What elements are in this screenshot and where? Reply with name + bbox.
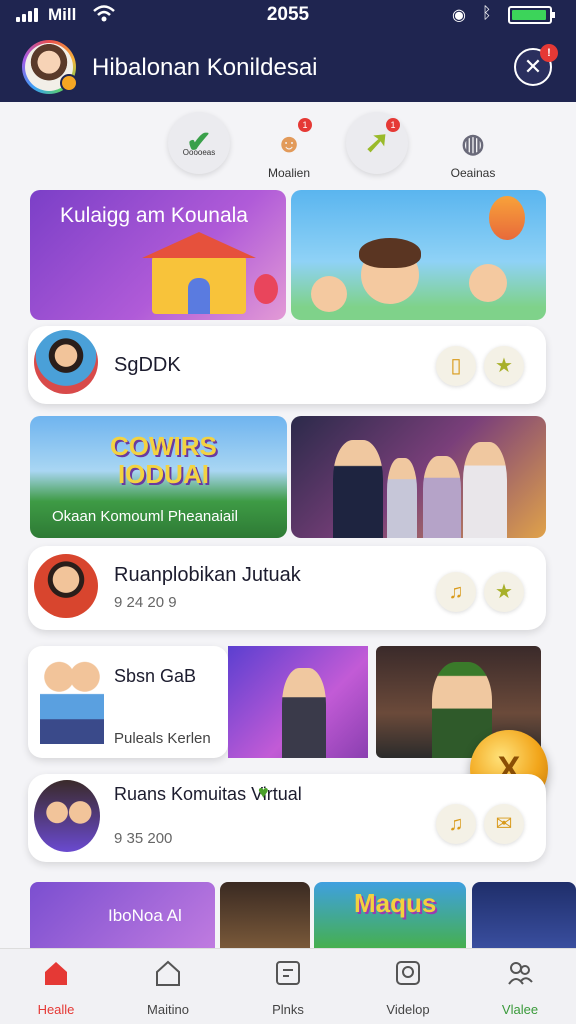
character-icon: ☻ 1	[258, 112, 320, 174]
alarm-icon: ◉	[452, 7, 466, 24]
nav-plnks[interactable]: Plnks	[248, 959, 328, 1017]
battery-icon	[508, 6, 555, 24]
card-subtitle: Puleals Kerlen	[114, 730, 211, 747]
people-icon	[508, 962, 533, 985]
action-label: Ooooeas	[182, 148, 216, 157]
action-label: Oeainas	[450, 166, 496, 180]
person-figure	[282, 668, 326, 758]
person-figure	[333, 440, 383, 538]
balloon-illustration	[489, 196, 525, 240]
row-subtitle: 9 35 200	[114, 830, 173, 847]
app-title: Hibalonan Konildesai	[92, 54, 318, 81]
row-subtitle: 9 24 20 9	[114, 594, 177, 611]
action-check[interactable]: ✔ Ooooeas	[158, 112, 240, 174]
cartoon-kid	[311, 276, 347, 312]
checkmark-icon: ✔	[168, 112, 230, 174]
action-camera[interactable]: ◍ Oeainas	[432, 112, 514, 180]
nav-videlop[interactable]: Videlop	[368, 959, 448, 1017]
notification-badge: !	[540, 44, 558, 62]
nav-maitino[interactable]: Maitino	[128, 959, 208, 1017]
arrow-icon: ➚ 1	[346, 112, 408, 174]
profile-avatar[interactable]	[22, 40, 78, 94]
action-badge: 1	[386, 118, 400, 132]
nav-label: Videlop	[386, 1002, 430, 1017]
cartoon-hair	[359, 238, 421, 268]
thumb-ai[interactable]: IboNoa Al	[30, 882, 215, 950]
banner-family-photo[interactable]	[291, 416, 546, 538]
house-outline-icon	[156, 960, 180, 986]
balloon-illustration	[254, 274, 278, 304]
card-title: Sbsn GaB	[114, 666, 197, 686]
house-illustration	[142, 232, 256, 314]
action-label: Moalien	[267, 166, 311, 180]
row-title: SgDDK	[114, 354, 181, 376]
home-icon	[45, 962, 67, 985]
bookmark-button[interactable]: ▯	[436, 346, 476, 386]
action-character[interactable]: ☻ 1 Moalien	[248, 112, 330, 180]
cartoon-kid	[469, 264, 507, 302]
battery-level	[512, 10, 547, 20]
chat-icon	[276, 961, 300, 985]
banner-logo: COWIRS IODUAI	[110, 431, 217, 489]
action-arrow[interactable]: ➚ 1	[336, 112, 418, 174]
list-item[interactable]: Ruans Komuitas Virtual ♥ 9 35 200 ♫ ✉	[28, 774, 546, 862]
ticket-button[interactable]: ✉	[484, 804, 524, 844]
person-figure	[387, 458, 417, 538]
thumb-label: Maqus	[354, 888, 437, 918]
star-button[interactable]: ★	[484, 346, 524, 386]
music-button[interactable]: ♫	[436, 572, 476, 612]
row-title: Ruans Komuitas Virtual	[114, 784, 302, 804]
cartoon-kids-illustration	[40, 660, 104, 744]
action-badge: 1	[298, 118, 312, 132]
nav-label: Healle	[37, 1002, 75, 1017]
banner-subtitle: Okaan Komouml Pheanaiail	[52, 508, 238, 525]
search-video-icon	[396, 961, 420, 985]
thumb-label: IboNoa Al	[108, 906, 182, 925]
thumb-maqus[interactable]: Maqus	[314, 882, 466, 950]
family-photo	[34, 330, 98, 394]
nav-label: Vlalee	[501, 1002, 539, 1017]
banner-community[interactable]: Kulaigg am Kounala	[30, 190, 286, 320]
list-item[interactable]: SgDDK ▯ ★	[28, 326, 546, 404]
app-header: Hibalonan Konildesai ✕ !	[0, 30, 576, 102]
row-title: Ruanplobikan Jutuak	[114, 564, 301, 586]
girls-photo	[34, 780, 100, 852]
bottom-nav: Healle Maitino Plnks Videlop Vlalee	[0, 948, 576, 1024]
nav-home[interactable]: Healle	[16, 959, 96, 1017]
avatar-badge	[60, 74, 78, 92]
person-figure	[423, 456, 461, 538]
feature-card[interactable]: Sbsn GaB Puleals Kerlen	[28, 646, 228, 758]
banner-title: Kulaigg am Kounala	[60, 204, 248, 227]
banner-outdoor[interactable]: COWIRS IODUAI Okaan Komouml Pheanaiail	[30, 416, 287, 538]
list-item[interactable]: Ruanplobikan Jutuak 9 24 20 9 ♫ ★	[28, 546, 546, 630]
status-bar: Mill 2055 ◉ ᛒ	[0, 0, 576, 30]
nav-vlalee[interactable]: Vlalee	[480, 959, 560, 1017]
nav-label: Maitino	[147, 1002, 189, 1017]
bluetooth-icon: ᛒ	[482, 5, 492, 22]
person-figure	[463, 442, 507, 538]
thumb-girl[interactable]	[472, 882, 576, 950]
heart-icon: ♥	[258, 782, 269, 802]
banner-boy-stage[interactable]	[228, 646, 368, 758]
star-button[interactable]: ★	[484, 572, 524, 612]
child-photo	[34, 554, 98, 618]
thumb-boy[interactable]	[220, 882, 310, 950]
banner-kids-cartoon[interactable]	[291, 190, 546, 320]
camera-icon: ◍	[461, 128, 485, 158]
nav-label: Plnks	[272, 1002, 304, 1017]
music-button[interactable]: ♫	[436, 804, 476, 844]
